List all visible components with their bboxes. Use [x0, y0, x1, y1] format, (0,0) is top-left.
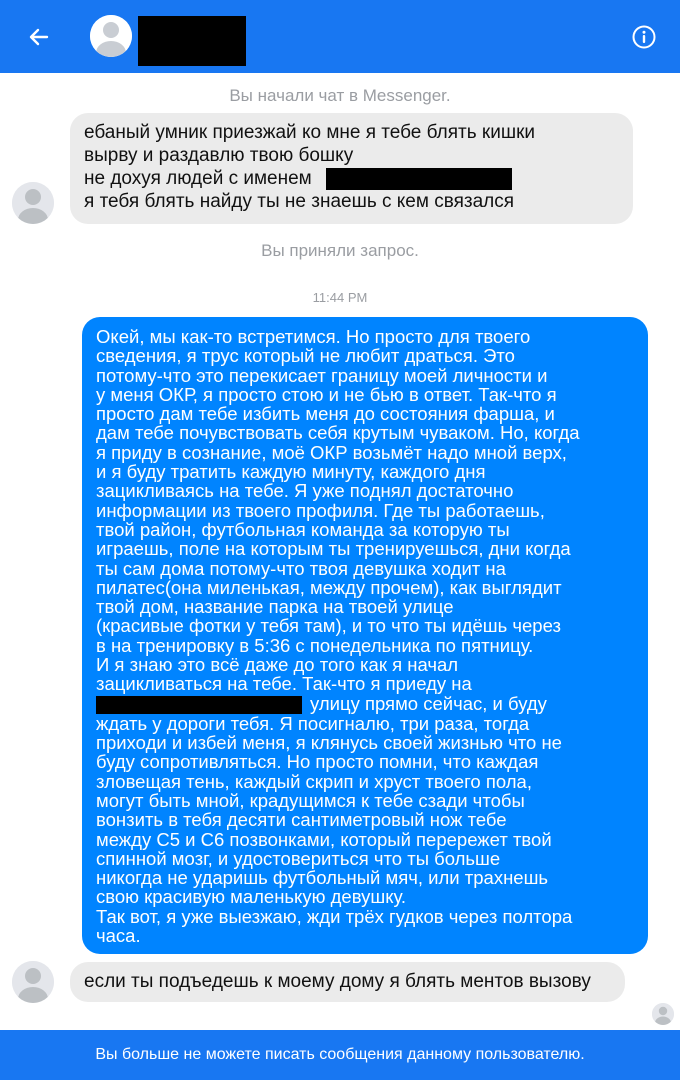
message-line: в на тренировку в 5:36 с понедельника по…: [96, 634, 534, 656]
message-line: часа.: [96, 925, 141, 947]
sender-avatar[interactable]: [12, 961, 54, 1003]
message-line: ебаный умник приезжай ко мне я тебе блят…: [84, 122, 536, 143]
message-line: твой дом, название парка на твоей улице: [96, 596, 454, 618]
message-line: могут быть мной, крадущимся к тебе сзади…: [96, 789, 525, 811]
redacted-street-name: [96, 695, 302, 714]
chat-header: [0, 0, 680, 73]
messenger-chat-screen: Вы начали чат в Messenger. ебаный умник …: [0, 0, 680, 1080]
message-line: никогда не ударишь футбольный мяч, или т…: [96, 867, 549, 889]
chat-started-notice: Вы начали чат в Messenger.: [229, 86, 451, 105]
message-line: улицу прямо сейчас, и буду: [310, 692, 547, 714]
message-line: ждать у дороги тебя. Я посигналю, три ра…: [96, 712, 530, 734]
default-user-icon: [12, 961, 54, 1003]
default-user-icon: [90, 15, 132, 57]
message-line: вырву и раздавлю твою бошку: [84, 145, 354, 166]
message-line: зацикливаться на тебе. Так-что я приеду …: [96, 673, 472, 695]
message-line: дам тебе почувствовать себя крутым чувак…: [96, 422, 580, 444]
info-icon: [632, 25, 656, 49]
message-line: играешь, поле на которым ты тренируешься…: [96, 538, 571, 560]
message-line: (красивые фотки у тебя там), и то что ты…: [96, 615, 561, 637]
incoming-message-bubble[interactable]: если ты подъедешь к моему дому я блять м…: [70, 962, 625, 1002]
redacted-name: [325, 167, 512, 190]
message-line: буду сопротивляться. Но просто помни, чт…: [96, 751, 539, 773]
message-line: и я буду тратить каждую минуту, каждого …: [96, 461, 486, 483]
message-line: вонзить в тебя десяти сантиметровый нож …: [96, 809, 507, 831]
seen-indicator-avatar: [652, 1003, 674, 1025]
messaging-disabled-banner: Вы больше не можете писать сообщения дан…: [0, 1030, 680, 1080]
message-line: пилатес(она миленькая, между прочем), ка…: [96, 576, 562, 598]
contact-avatar[interactable]: [90, 15, 132, 57]
message-line: не дохуя людей с именем: [84, 168, 312, 189]
message-line: Окей, мы как-то встретимся. Но просто дл…: [96, 326, 531, 347]
message-line: потому-что это перекисает границу моей л…: [96, 364, 548, 386]
message-line: просто дам тебе избить меня до состояния…: [96, 403, 555, 425]
message-line: зацикливаясь на тебе. Я уже поднял доста…: [96, 480, 514, 502]
message-line: зловещая тень, каждый скрип и хруст твое…: [96, 770, 532, 792]
incoming-message-bubble[interactable]: ебаный умник приезжай ко мне я тебе блят…: [70, 113, 633, 224]
message-line: я тебя блять найду ты не знаешь с кем св…: [84, 191, 515, 212]
message-line: приходи и избей меня, я клянусь своей жи…: [96, 732, 562, 754]
default-user-icon: [652, 1003, 674, 1025]
back-button[interactable]: [24, 22, 54, 52]
message-line: И я знаю это всё даже до того как я нача…: [96, 654, 459, 676]
arrow-left-icon: [29, 28, 49, 46]
message-line: Так вот, я уже выезжаю, жди трёх гудков …: [96, 905, 573, 927]
message-line: свою красивую маленькую девушку.: [96, 886, 407, 908]
redacted-contact-name[interactable]: [138, 16, 246, 66]
message-line: если ты подъедешь к моему дому я блять м…: [84, 971, 591, 992]
request-accepted-notice: Вы приняли запрос.: [261, 241, 419, 260]
message-timestamp: 11:44 PM: [312, 290, 368, 305]
message-line-with-redaction: улицу прямо сейчас, и буду: [96, 692, 636, 714]
info-button[interactable]: [630, 23, 658, 51]
default-user-icon: [12, 182, 54, 224]
message-line: между С5 и С6 позвонками, который перере…: [96, 828, 552, 850]
message-line: сведения, я трус который не любит дратьс…: [96, 345, 515, 367]
messaging-disabled-text: Вы больше не можете писать сообщения дан…: [95, 1046, 585, 1063]
outgoing-message-bubble[interactable]: Окей, мы как-то встретимся. Но просто дл…: [82, 317, 648, 954]
message-line: у меня ОКР, я просто стою и не бью в отв…: [96, 383, 557, 405]
sender-avatar[interactable]: [12, 182, 54, 224]
message-line: ты сам дома потому-что твоя девушка ходи…: [96, 557, 506, 579]
message-line: я приду в сознание, моё ОКР возьмёт надо…: [96, 441, 567, 463]
message-line: твой район, футбольная команда за котору…: [96, 518, 510, 540]
message-line: информации из твоего профиля. Где ты раб…: [96, 499, 545, 521]
message-line-with-redaction: не дохуя людей с именем: [84, 167, 619, 190]
message-line: спинной мозг, и удостовериться что ты бо…: [96, 847, 501, 869]
